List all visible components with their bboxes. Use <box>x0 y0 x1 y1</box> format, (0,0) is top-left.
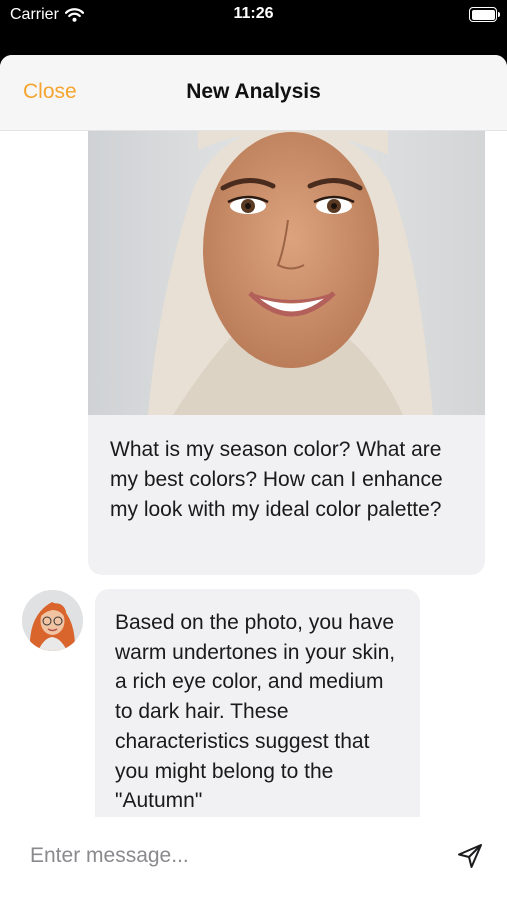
assistant-message-bubble: Based on the photo, you have warm undert… <box>95 589 420 817</box>
battery-icon <box>469 7 500 22</box>
message-composer <box>0 817 507 900</box>
status-time: 11:26 <box>233 5 274 22</box>
page-title: New Analysis <box>186 80 321 103</box>
status-bar: Carrier 11:26 <box>0 0 507 54</box>
send-icon <box>458 844 482 868</box>
assistant-avatar <box>22 590 83 651</box>
analysis-sheet: Close New Analysis What is my season col… <box>0 55 507 900</box>
user-message-bubble: What is my season color? What are my bes… <box>88 415 485 575</box>
chat-thread[interactable]: What is my season color? What are my bes… <box>0 131 507 817</box>
message-input[interactable] <box>30 841 430 871</box>
user-photo <box>88 131 485 415</box>
navigation-bar: Close New Analysis <box>0 55 507 131</box>
send-button[interactable] <box>456 842 484 870</box>
